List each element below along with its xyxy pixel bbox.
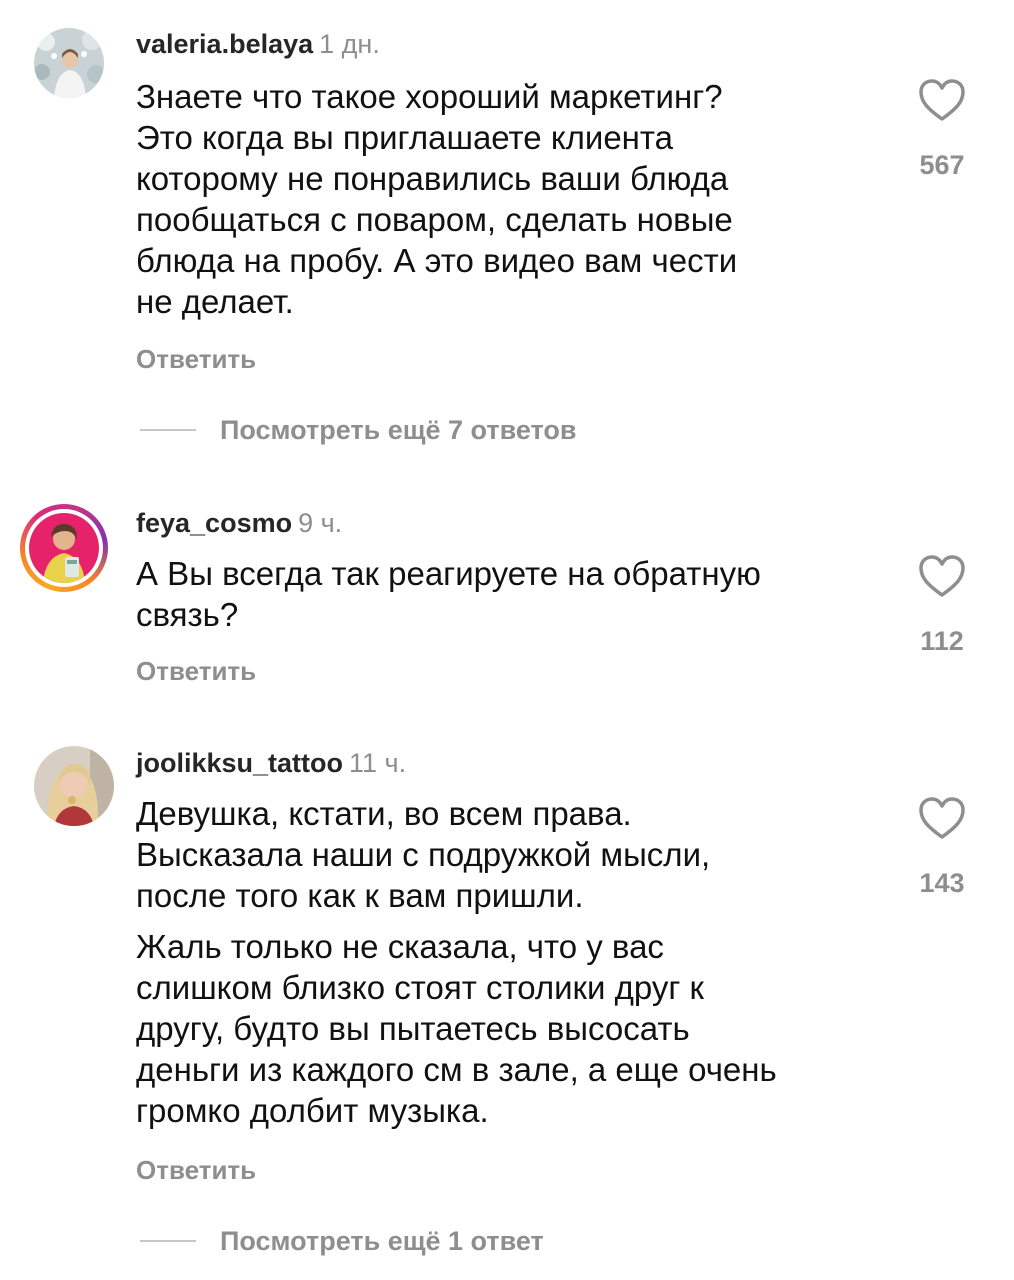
comment-paragraph: Знаете что такое хороший маркетинг? Это …: [136, 78, 738, 320]
timestamp: 9 ч.: [298, 508, 343, 538]
reply-button[interactable]: Ответить: [136, 344, 256, 375]
avatar[interactable]: [34, 746, 114, 826]
comment-header: feya_cosmo 9 ч.: [136, 507, 342, 539]
like-block: 567: [902, 78, 982, 181]
comment-paragraph: А Вы всегда так реагируете на обратную с…: [136, 555, 761, 633]
like-count: 143: [919, 868, 965, 898]
reply-button[interactable]: Ответить: [136, 656, 256, 687]
comment-text: А Вы всегда так реагируете на обратную с…: [136, 553, 876, 635]
heart-outline-icon[interactable]: [918, 78, 966, 122]
reply-button[interactable]: Ответить: [136, 1155, 256, 1186]
divider-line: [140, 429, 196, 431]
like-block: 112: [902, 554, 982, 657]
heart-outline-icon[interactable]: [918, 796, 966, 840]
avatar[interactable]: [29, 513, 99, 583]
comment-paragraph: Девушка, кстати, во всем права. Высказал…: [136, 795, 711, 914]
comment-text: Девушка, кстати, во всем права. Высказал…: [136, 793, 876, 1131]
comment-paragraph: Жаль только не сказала, что у вас слишко…: [136, 928, 777, 1129]
view-more-replies-label[interactable]: Посмотреть ещё 1 ответ: [220, 1226, 544, 1257]
username[interactable]: feya_cosmo: [136, 508, 292, 538]
like-block: 143: [902, 796, 982, 899]
heart-outline-icon[interactable]: [918, 554, 966, 598]
timestamp: 11 ч.: [349, 748, 407, 778]
comment-header: valeria.belaya 1 дн.: [136, 28, 380, 60]
username[interactable]: joolikksu_tattoo: [136, 748, 343, 778]
avatar[interactable]: [34, 28, 104, 98]
view-more-replies-label[interactable]: Посмотреть ещё 7 ответов: [220, 415, 576, 446]
username[interactable]: valeria.belaya: [136, 29, 313, 59]
divider-line: [140, 1240, 196, 1242]
timestamp: 1 дн.: [319, 29, 380, 59]
story-ring[interactable]: [20, 504, 108, 592]
comment-header: joolikksu_tattoo 11 ч.: [136, 747, 406, 779]
like-count: 567: [919, 150, 965, 180]
comment-text: Знаете что такое хороший маркетинг? Это …: [136, 76, 876, 322]
like-count: 112: [920, 626, 964, 656]
